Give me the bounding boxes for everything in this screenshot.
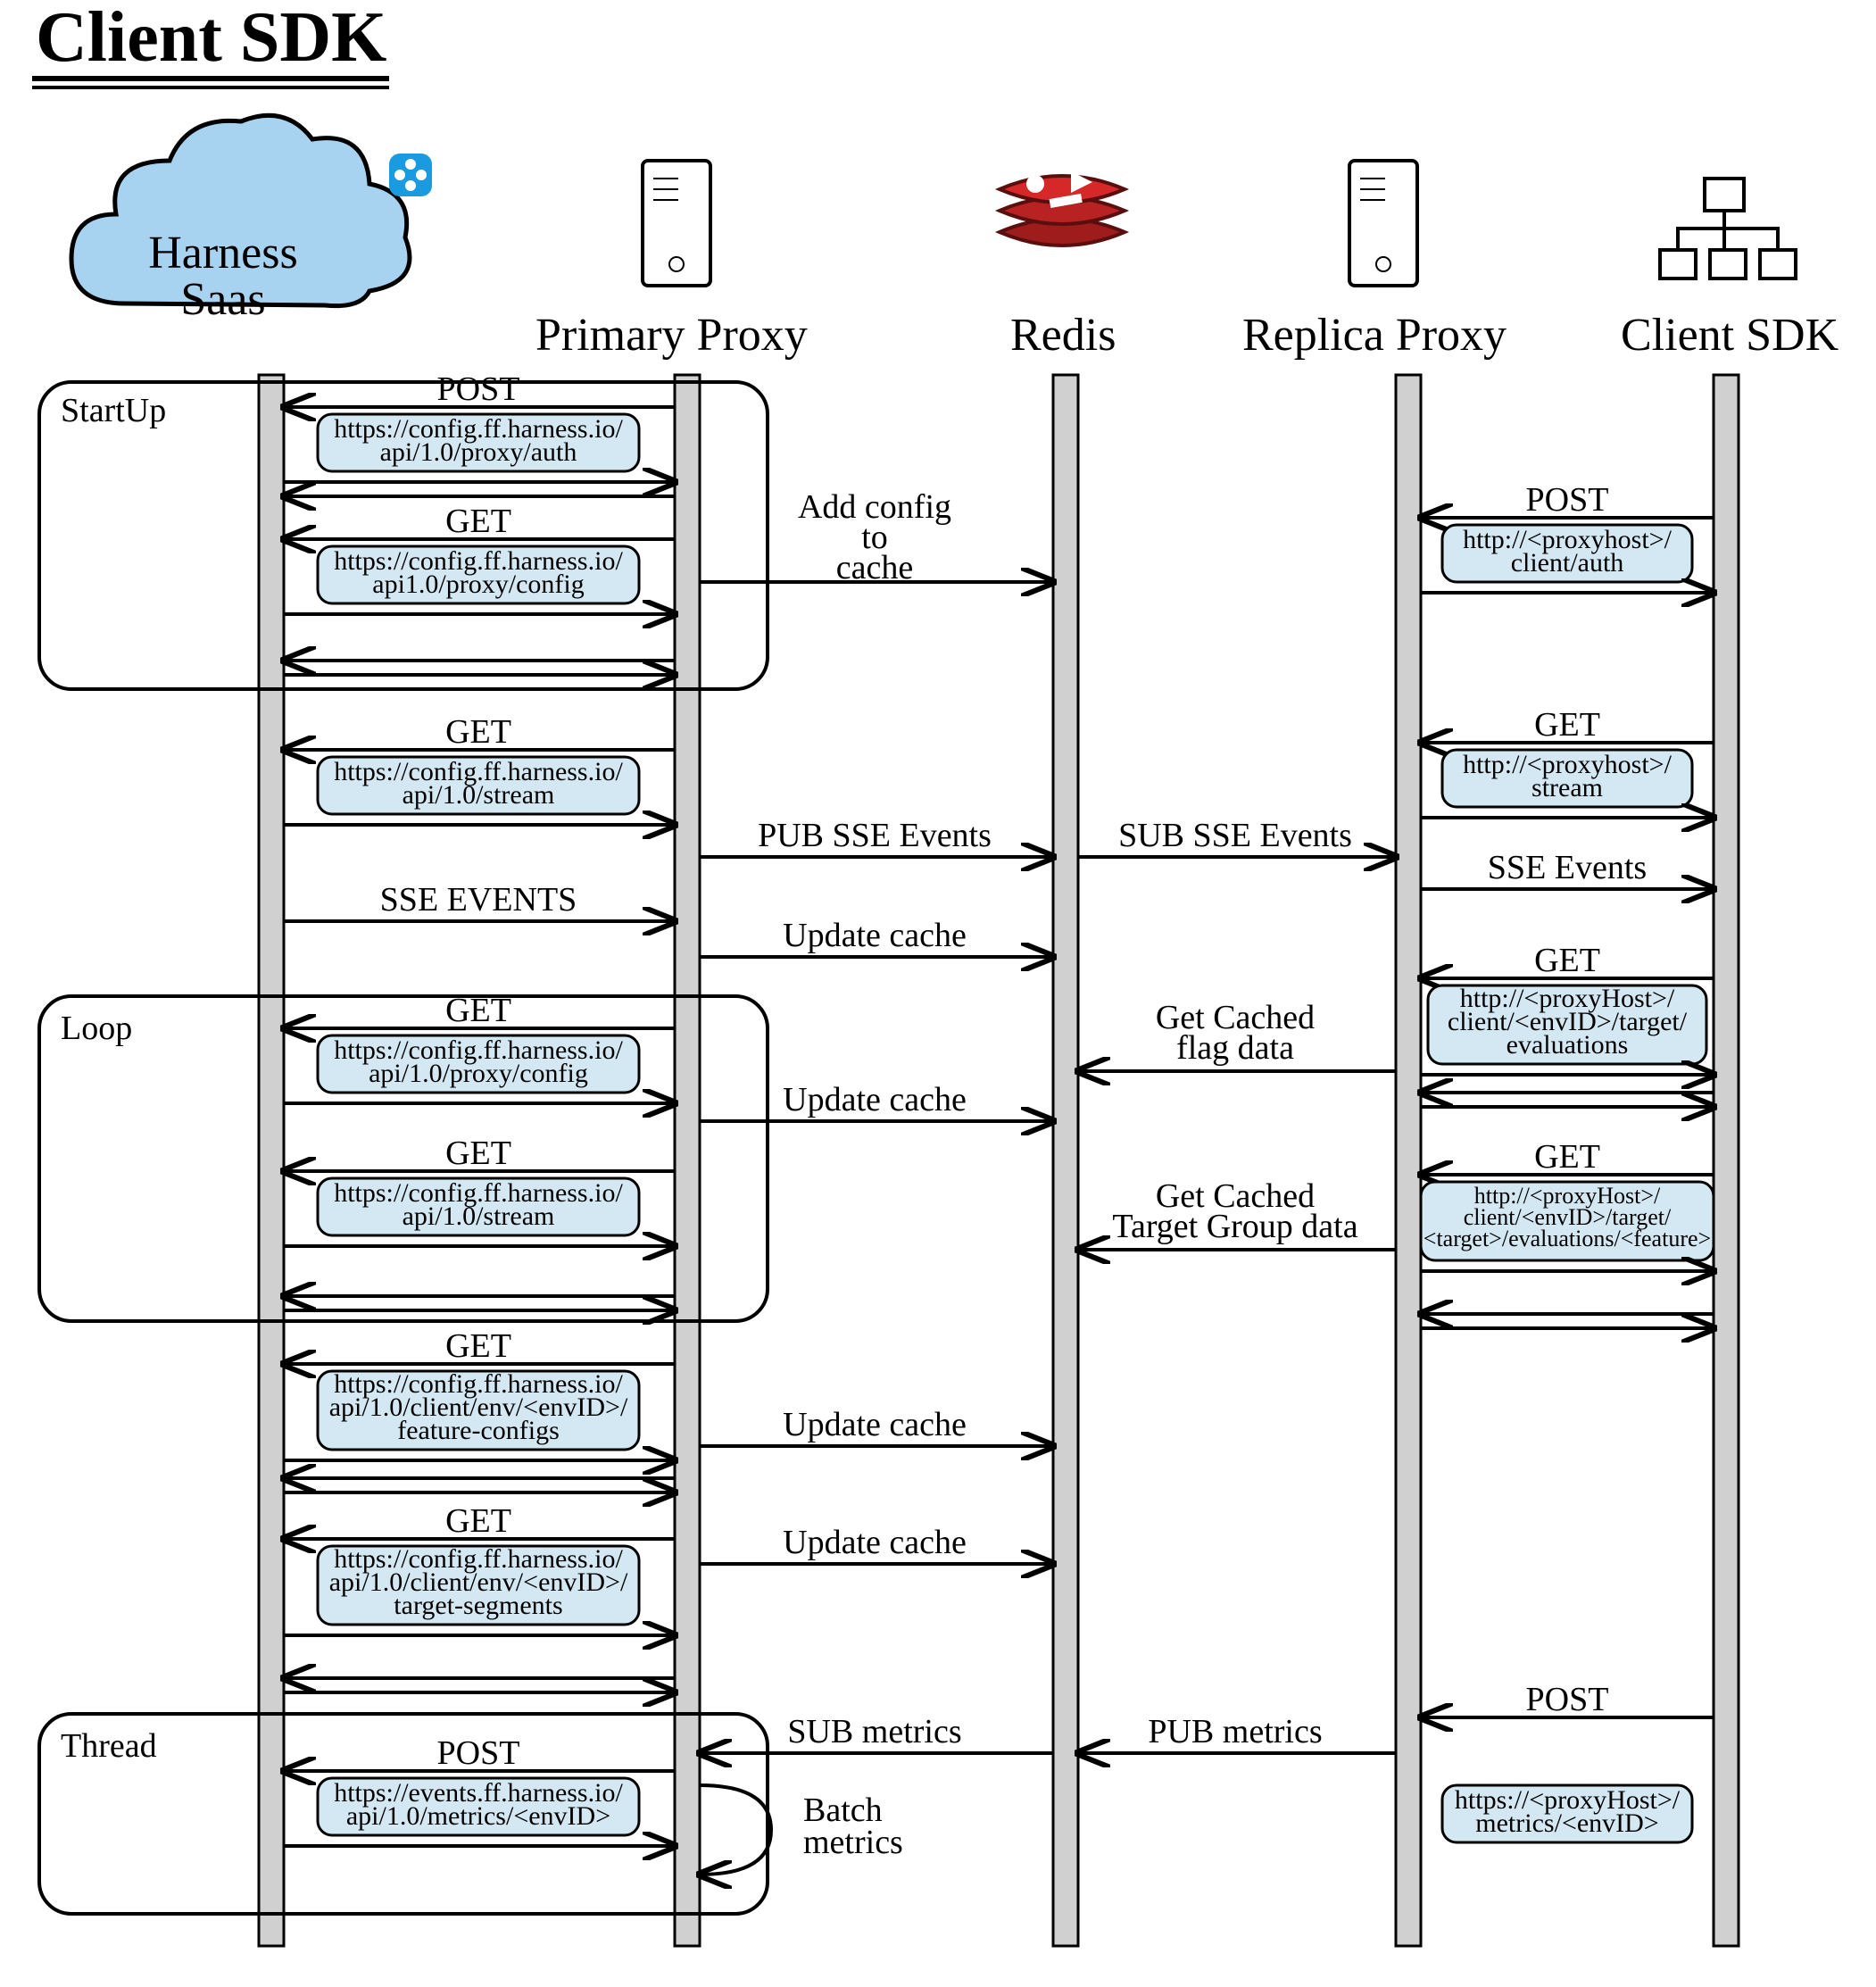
redis-label: Redis [1010, 310, 1116, 361]
self-loop [700, 1785, 771, 1875]
msg-url: https://config.ff.harness.io/api/1.0/pro… [334, 1035, 623, 1088]
thread-label: Thread [61, 1727, 157, 1765]
server-icon [1349, 161, 1417, 286]
msg-method: GET [1534, 706, 1600, 744]
lifeline-primary [675, 375, 700, 1946]
update-cache-label: Update cache [783, 1524, 967, 1561]
primary-proxy-label: Primary Proxy [535, 310, 808, 361]
update-cache-label: Update cache [783, 917, 967, 954]
diagram-title: Client SDK [36, 0, 386, 77]
sub-sse-label: SUB SSE Events [1118, 817, 1352, 854]
sse-events-label: SSE Events [1488, 849, 1647, 886]
tree-icon [1660, 179, 1796, 279]
msg-method: POST [1526, 1681, 1609, 1718]
msg-method: GET [445, 1135, 511, 1172]
msg-method: POST [1526, 481, 1609, 519]
msg-method: GET [445, 713, 511, 751]
update-cache-label: Update cache [783, 1406, 967, 1443]
msg-method: GET [445, 1502, 511, 1540]
loop-label: Loop [61, 1010, 132, 1047]
batch-label: Batchmetrics [803, 1792, 903, 1861]
lifeline-replica [1396, 375, 1421, 1946]
sse-events-label: SSE EVENTS [380, 881, 577, 919]
msg-method: GET [1534, 1138, 1600, 1176]
msg-method: GET [445, 503, 511, 540]
pub-sse-label: PUB SSE Events [758, 817, 992, 854]
cached-flag-label: Get Cachedflag data [1156, 999, 1315, 1067]
add-config-label: Add configtocache [798, 488, 951, 586]
msg-url: https://<proxyHost>/metrics/<envID> [1455, 1785, 1681, 1838]
server-icon [643, 161, 710, 286]
update-cache-label: Update cache [783, 1081, 967, 1118]
lifeline-redis [1053, 375, 1078, 1946]
cached-tg-label: Get CachedTarget Group data [1112, 1177, 1357, 1245]
sub-metrics-label: SUB metrics [787, 1713, 961, 1750]
msg-url: https://config.ff.harness.io/api1.0/prox… [334, 546, 623, 599]
msg-url: https://events.ff.harness.io/api/1.0/met… [334, 1778, 623, 1831]
msg-method: GET [445, 992, 511, 1029]
pub-metrics-label: PUB metrics [1148, 1713, 1322, 1750]
harness-saas-label: HarnessSaas [148, 228, 298, 325]
msg-method: POST [437, 1734, 520, 1772]
msg-method: GET [1534, 942, 1600, 979]
lifeline-sdk [1714, 375, 1739, 1946]
startup-label: StartUp [61, 392, 166, 429]
msg-method: GET [445, 1327, 511, 1365]
redis-icon [1000, 171, 1125, 245]
lifeline-saas [259, 375, 284, 1946]
replica-proxy-label: Replica Proxy [1242, 310, 1507, 361]
client-sdk-label: Client SDK [1621, 310, 1839, 361]
msg-method: POST [437, 370, 520, 408]
